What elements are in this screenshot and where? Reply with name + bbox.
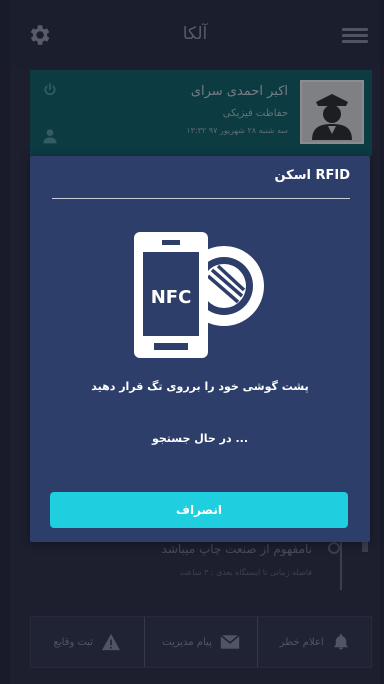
dialog-divider [52, 198, 350, 199]
nfc-label: NFC [151, 287, 192, 308]
rfid-scan-dialog: RFID اسکن NFC پشت گوشی خود را برروی تگ ق… [30, 156, 370, 542]
nfc-phone-icon: NFC [134, 230, 266, 364]
dialog-instruction: پشت گوشی خود را برروی تگ قرار دهید [91, 380, 309, 393]
dialog-status: ... در حال جستجو [151, 432, 249, 445]
dialog-title: RFID اسکن [274, 168, 350, 183]
cancel-button[interactable]: انصراف [50, 492, 348, 528]
